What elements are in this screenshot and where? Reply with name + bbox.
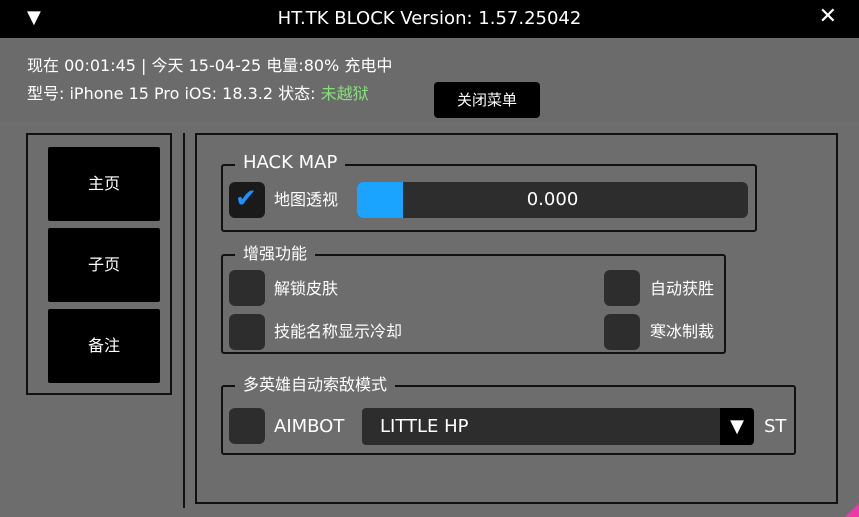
slider-value: 0.000 — [526, 189, 579, 210]
mod-menu-window: ▼ HT.TK BLOCK Version: 1.57.25042 ✕ 现在 0… — [0, 0, 859, 517]
ice-punish-checkbox[interactable] — [604, 314, 640, 350]
jailbreak-status: 未越狱 — [320, 84, 369, 103]
title-bar: ▼ HT.TK BLOCK Version: 1.57.25042 ✕ — [0, 0, 859, 38]
nav-subpage-button[interactable]: 子页 — [48, 228, 160, 302]
status-area: 现在 00:01:45 | 今天 15-04-25 电量:80% 充电中 型号:… — [0, 38, 859, 122]
dropdown-selected-value: LITTLE HP — [380, 416, 469, 437]
st-label: ST — [764, 416, 787, 437]
skill-cooldown-label: 技能名称显示冷却 — [274, 322, 403, 341]
map-reveal-label: 地图透视 — [274, 190, 339, 209]
unlock-skins-checkbox[interactable] — [229, 270, 265, 306]
ice-punish-label: 寒冰制裁 — [650, 322, 715, 341]
close-icon[interactable]: ✕ — [819, 6, 837, 28]
target-mode-dropdown[interactable]: LITTLE HP ▼ — [362, 408, 754, 445]
auto-win-label: 自动获胜 — [650, 279, 715, 298]
nav-divider — [183, 133, 185, 508]
hack-map-title: HACK MAP — [235, 154, 346, 172]
unlock-skins-label: 解锁皮肤 — [274, 279, 339, 298]
nav-notes-button[interactable]: 备注 — [48, 309, 160, 383]
aimbot-label: AIMBOT — [274, 416, 345, 437]
map-reveal-slider[interactable]: 0.000 — [357, 182, 748, 218]
device-info: 型号: iPhone 15 Pro iOS: 18.3.2 状态: 未越狱 — [27, 84, 369, 104]
resize-handle[interactable] — [845, 503, 859, 517]
time-battery-status: 现在 00:01:45 | 今天 15-04-25 电量:80% 充电中 — [27, 56, 393, 75]
aimbot-title: 多英雄自动索敌模式 — [235, 376, 396, 394]
window-title: HT.TK BLOCK Version: 1.57.25042 — [277, 8, 582, 29]
nav-home-button[interactable]: 主页 — [48, 147, 160, 221]
device-model-text: 型号: iPhone 15 Pro iOS: 18.3.2 状态: — [27, 84, 321, 103]
enhance-title: 增强功能 — [235, 245, 316, 263]
checkmark-icon: ✔ — [235, 184, 257, 214]
close-menu-button[interactable]: 关闭菜单 — [434, 82, 540, 118]
map-reveal-checkbox[interactable]: ✔ — [229, 182, 265, 218]
aimbot-checkbox[interactable] — [229, 408, 265, 444]
skill-cooldown-checkbox[interactable] — [229, 314, 265, 350]
auto-win-checkbox[interactable] — [604, 270, 640, 306]
chevron-down-icon[interactable]: ▼ — [720, 408, 754, 445]
